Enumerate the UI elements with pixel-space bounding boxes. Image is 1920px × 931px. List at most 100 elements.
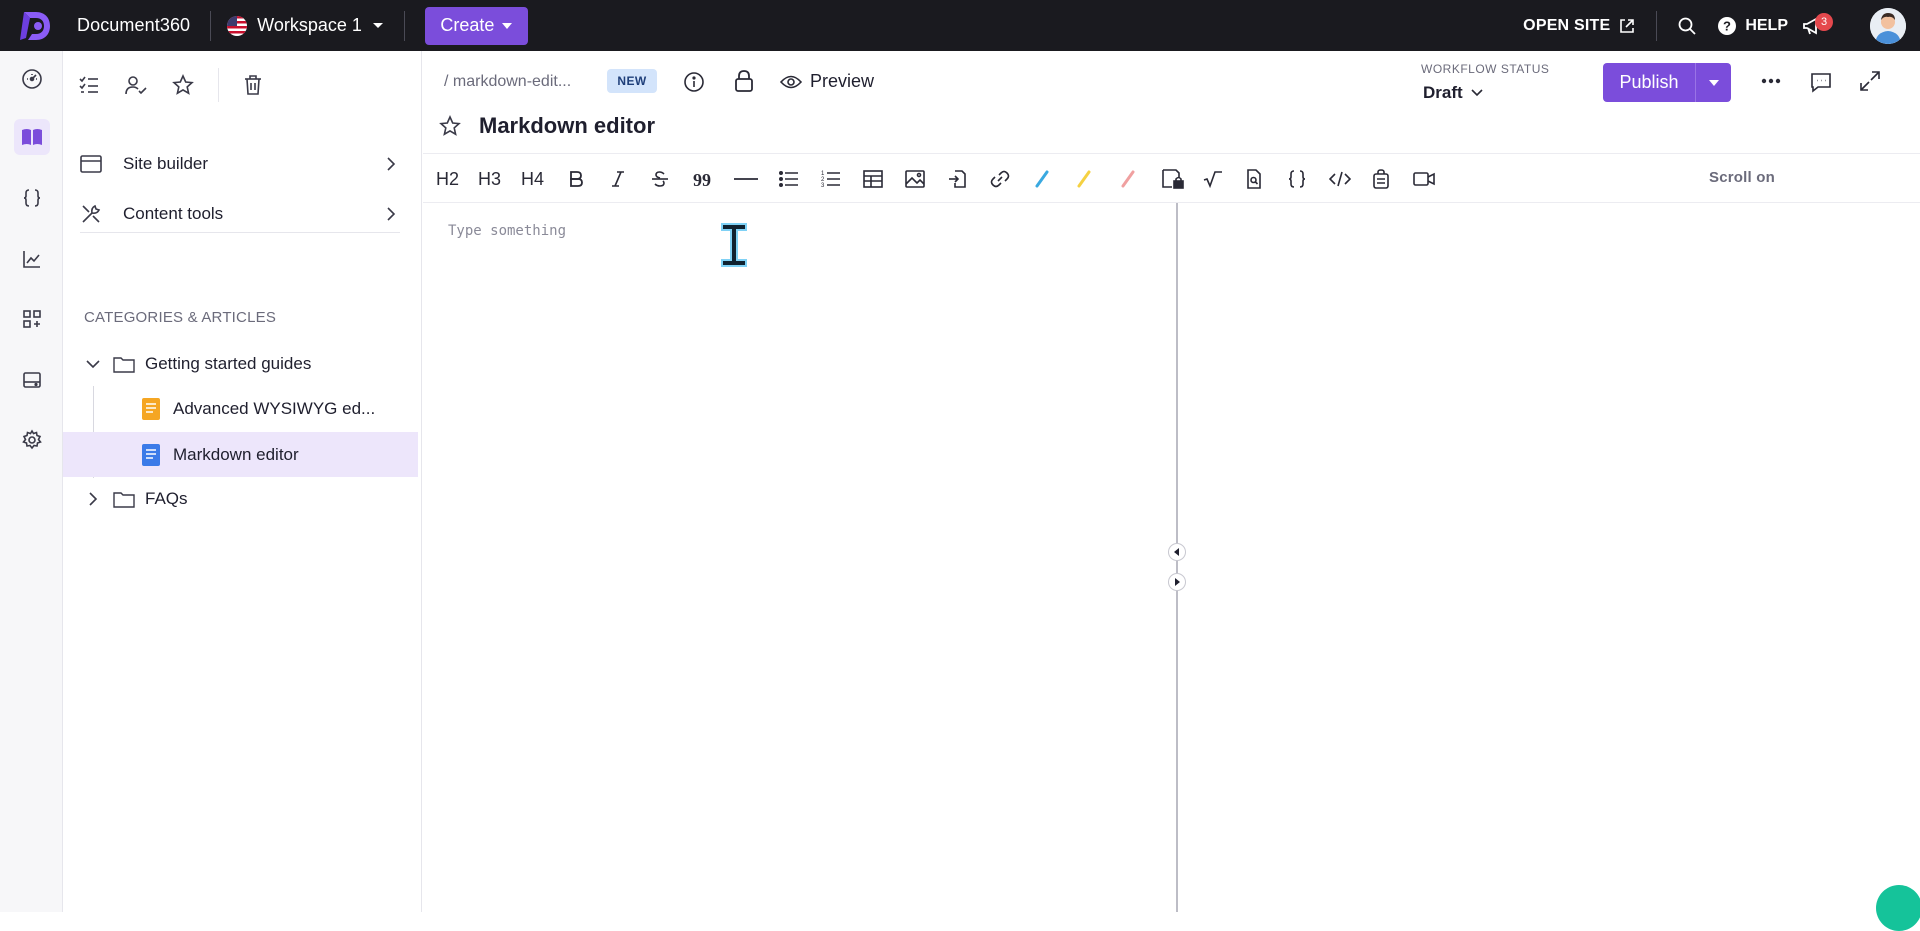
create-button[interactable]: Create (424, 6, 528, 45)
heading2-label: H2 (436, 168, 460, 189)
analytics-icon[interactable] (14, 241, 50, 277)
user-check-icon[interactable] (124, 74, 148, 96)
workflow-status-dropdown[interactable]: Draft (1423, 83, 1483, 103)
open-site-link[interactable]: OPEN SITE (1523, 17, 1636, 35)
integrations-icon[interactable] (14, 301, 50, 337)
user-avatar[interactable] (1870, 7, 1906, 44)
folder-icon (113, 491, 135, 508)
help-button[interactable]: ? HELP (1717, 16, 1788, 36)
announcements-button[interactable]: 3 (1802, 11, 1833, 41)
categories-heading: CATEGORIES & ARTICLES (84, 309, 277, 326)
title-row: Markdown editor (439, 113, 655, 139)
dashboard-icon[interactable] (14, 61, 50, 97)
red-highlight-icon[interactable] (1120, 167, 1136, 191)
create-label: Create (440, 15, 495, 35)
italic-icon[interactable] (611, 167, 625, 191)
workspace-name: Workspace 1 (257, 15, 362, 35)
article-title[interactable]: Markdown editor (479, 113, 655, 139)
more-options-icon[interactable] (1761, 78, 1781, 84)
expand-fullscreen-icon[interactable] (1859, 70, 1881, 92)
chevron-right-icon[interactable] (88, 491, 98, 507)
grammarly-widget-icon[interactable] (1876, 885, 1920, 931)
workspace-selector[interactable]: Workspace 1 (227, 15, 384, 36)
video-icon[interactable] (1413, 167, 1435, 191)
heading4-button[interactable]: H4 (521, 167, 544, 191)
content-tools-item[interactable]: Content tools (80, 196, 402, 232)
us-flag-icon (227, 15, 248, 36)
tree-article-advanced-wysiwyg[interactable]: Advanced WYSIWYG ed... (63, 386, 418, 431)
open-site-label: OPEN SITE (1523, 16, 1611, 34)
bullet-list-icon[interactable] (779, 167, 799, 191)
scroll-sync-toggle[interactable]: Scroll on (1709, 169, 1775, 186)
blue-highlight-icon[interactable] (1034, 167, 1050, 191)
private-note-icon[interactable] (1161, 167, 1185, 191)
info-icon[interactable] (683, 71, 705, 93)
tree-folder-faqs[interactable]: FAQs (63, 476, 418, 521)
code-braces-icon[interactable] (1287, 167, 1307, 191)
heading3-button[interactable]: H3 (478, 167, 501, 191)
caret-down-icon (502, 22, 513, 29)
drive-icon[interactable] (14, 362, 50, 398)
math-sqrt-icon[interactable] (1203, 167, 1223, 191)
editor-placeholder: Type something (448, 223, 567, 239)
bold-icon[interactable] (569, 167, 583, 191)
star-icon[interactable] (172, 74, 194, 96)
insert-file-icon[interactable] (947, 167, 967, 191)
top-bar: Document360 Workspace 1 Create OPEN SITE (0, 0, 1920, 51)
workflow-status-value: Draft (1423, 83, 1463, 102)
tree-item-label: Getting started guides (145, 353, 312, 373)
yellow-highlight-icon[interactable] (1076, 167, 1092, 191)
notification-badge: 3 (1815, 12, 1833, 31)
site-builder-item[interactable]: Site builder (80, 146, 402, 182)
documentation-book-icon[interactable] (14, 119, 50, 155)
search-icon[interactable] (1677, 16, 1697, 36)
divider (80, 232, 400, 233)
table-icon[interactable] (863, 167, 883, 191)
svg-text:?: ? (1723, 18, 1731, 33)
preview-label: Preview (810, 71, 875, 91)
strikethrough-icon[interactable] (651, 167, 669, 191)
preview-button[interactable]: Preview (780, 71, 874, 92)
help-circle-icon: ? (1718, 16, 1737, 35)
folder-icon (113, 356, 135, 373)
lock-icon[interactable] (734, 69, 754, 93)
external-link-icon (1620, 18, 1635, 33)
settings-gear-icon[interactable] (14, 422, 50, 458)
code-tag-icon[interactable] (1329, 167, 1351, 191)
publish-button[interactable]: Publish (1603, 63, 1731, 102)
markdown-preview-pane (1180, 203, 1920, 912)
breadcrumb[interactable]: / markdown-edit... (444, 73, 571, 91)
heading2-button[interactable]: H2 (436, 167, 459, 191)
article-icon (142, 397, 160, 420)
numbered-list-icon[interactable]: 123 (821, 167, 841, 191)
tools-icon (82, 204, 101, 223)
image-icon[interactable] (905, 167, 925, 191)
api-braces-icon[interactable] (14, 180, 50, 216)
favorite-star-icon[interactable] (439, 115, 461, 137)
blockquote-icon[interactable]: 99 (693, 167, 711, 191)
divider (218, 68, 219, 102)
brand-name: Document360 (77, 15, 191, 35)
content-tools-label: Content tools (123, 204, 224, 223)
comments-icon[interactable] (1810, 71, 1832, 93)
link-icon[interactable] (989, 167, 1011, 191)
tree-item-label: FAQs (145, 488, 188, 508)
file-search-icon[interactable] (1245, 167, 1263, 191)
sidebar-tools (78, 68, 263, 102)
trash-icon[interactable] (243, 74, 263, 96)
publish-options-caret-icon[interactable] (1696, 79, 1731, 86)
checklist-icon[interactable] (78, 74, 100, 96)
markdown-input-pane[interactable]: Type something (423, 203, 1176, 912)
divider (403, 10, 405, 41)
sidebar: Site builder Content tools CATEGORIES & … (63, 51, 422, 912)
help-label: HELP (1745, 16, 1788, 34)
snippet-icon[interactable] (1372, 167, 1390, 191)
horizontal-rule-icon[interactable] (734, 167, 758, 191)
top-right-actions: OPEN SITE ? HELP 3 (1523, 0, 1920, 51)
chevron-down-icon[interactable] (85, 359, 101, 369)
tree-item-label: Markdown editor (173, 444, 299, 464)
tree-article-markdown-editor[interactable]: Markdown editor (63, 432, 418, 477)
publish-label[interactable]: Publish (1603, 72, 1695, 93)
tree-folder-getting-started[interactable]: Getting started guides (63, 341, 418, 386)
document360-logo-icon[interactable] (18, 8, 54, 44)
